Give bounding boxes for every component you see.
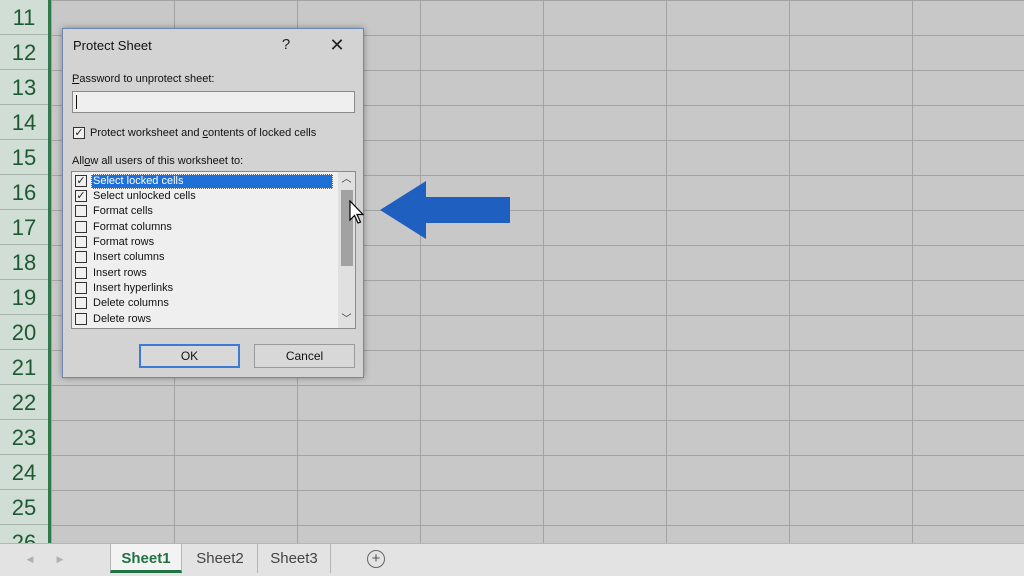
row-header[interactable]: 19	[0, 280, 48, 315]
password-input[interactable]	[72, 91, 355, 113]
protect-sheet-dialog: Protect Sheet ? ✕ Password to unprotect …	[62, 28, 364, 378]
ok-button[interactable]: OK	[139, 344, 240, 368]
chevron-down-icon[interactable]: ﹀	[338, 312, 355, 328]
permissions-list[interactable]: ✓ Select locked cells ✓ Select unlocked …	[71, 171, 356, 329]
text-caret	[76, 95, 77, 109]
permission-checkbox[interactable]	[75, 282, 87, 294]
permission-checkbox[interactable]: ✓	[75, 190, 87, 202]
permission-checkbox[interactable]: ✓	[75, 175, 87, 187]
mouse-pointer-icon	[349, 200, 365, 224]
row-header[interactable]: 20	[0, 315, 48, 350]
permission-insert-rows[interactable]: Insert rows	[75, 266, 334, 281]
protect-worksheet-checkbox[interactable]: ✓	[73, 127, 85, 139]
sheet-tab-sheet3[interactable]: Sheet3	[258, 544, 331, 573]
row-header[interactable]: 12	[0, 35, 48, 70]
permission-select-unlocked-cells[interactable]: ✓ Select unlocked cells	[75, 189, 334, 204]
allow-users-label: Allow all users of this worksheet to:	[72, 155, 244, 167]
row-header[interactable]: 18	[0, 245, 48, 280]
permission-checkbox[interactable]	[75, 221, 87, 233]
row-header[interactable]: 21	[0, 350, 48, 385]
chevron-up-icon[interactable]: ︿	[338, 172, 355, 188]
row-header[interactable]: 23	[0, 420, 48, 455]
row-header[interactable]: 16	[0, 175, 48, 210]
row-header[interactable]: 24	[0, 455, 48, 490]
password-label: Password to unprotect sheet:	[72, 73, 215, 85]
permission-checkbox[interactable]	[75, 313, 87, 325]
scroll-tabs-left-icon[interactable]: ◀	[24, 552, 36, 566]
permission-checkbox[interactable]	[75, 297, 87, 309]
row-header[interactable]: 11	[0, 0, 48, 35]
row-header[interactable]: 26	[0, 525, 48, 543]
permission-checkbox[interactable]	[75, 251, 87, 263]
close-button[interactable]: ✕	[325, 33, 349, 57]
permission-delete-columns[interactable]: Delete columns	[75, 296, 334, 311]
row-header[interactable]: 14	[0, 105, 48, 140]
help-button[interactable]: ?	[276, 33, 296, 57]
add-sheet-button[interactable]: +	[367, 550, 385, 568]
permission-format-columns[interactable]: Format columns	[75, 220, 334, 235]
permission-checkbox[interactable]	[75, 236, 87, 248]
row-header[interactable]: 25	[0, 490, 48, 525]
permission-checkbox[interactable]	[75, 205, 87, 217]
permission-select-locked-cells[interactable]: ✓ Select locked cells	[75, 174, 334, 189]
permission-insert-hyperlinks[interactable]: Insert hyperlinks	[75, 281, 334, 296]
list-scrollbar[interactable]: ︿ ﹀	[338, 172, 355, 328]
protect-worksheet-label[interactable]: Protect worksheet and contents of locked…	[90, 127, 316, 139]
sheet-tab-sheet1[interactable]: Sheet1	[110, 544, 182, 573]
sheet-tab-sheet2[interactable]: Sheet2	[183, 544, 258, 573]
row-header[interactable]: 13	[0, 70, 48, 105]
permission-delete-rows[interactable]: Delete rows	[75, 312, 334, 327]
scroll-tabs-right-icon[interactable]: ▶	[54, 552, 66, 566]
row-header[interactable]: 22	[0, 385, 48, 420]
dialog-title: Protect Sheet	[73, 38, 152, 53]
cancel-button[interactable]: Cancel	[254, 344, 355, 368]
permission-format-cells[interactable]: Format cells	[75, 204, 334, 219]
row-header[interactable]: 17	[0, 210, 48, 245]
row-header[interactable]: 15	[0, 140, 48, 175]
permission-checkbox[interactable]	[75, 267, 87, 279]
blue-arrow-icon	[380, 181, 510, 239]
permission-format-rows[interactable]: Format rows	[75, 235, 334, 250]
permission-insert-columns[interactable]: Insert columns	[75, 250, 334, 265]
row-headers: 11 12 13 14 15 16 17 18 19 20 21 22 23 2…	[0, 0, 51, 543]
sheet-tab-bar: ◀ ▶ Sheet1 Sheet2 Sheet3 +	[0, 543, 1024, 576]
